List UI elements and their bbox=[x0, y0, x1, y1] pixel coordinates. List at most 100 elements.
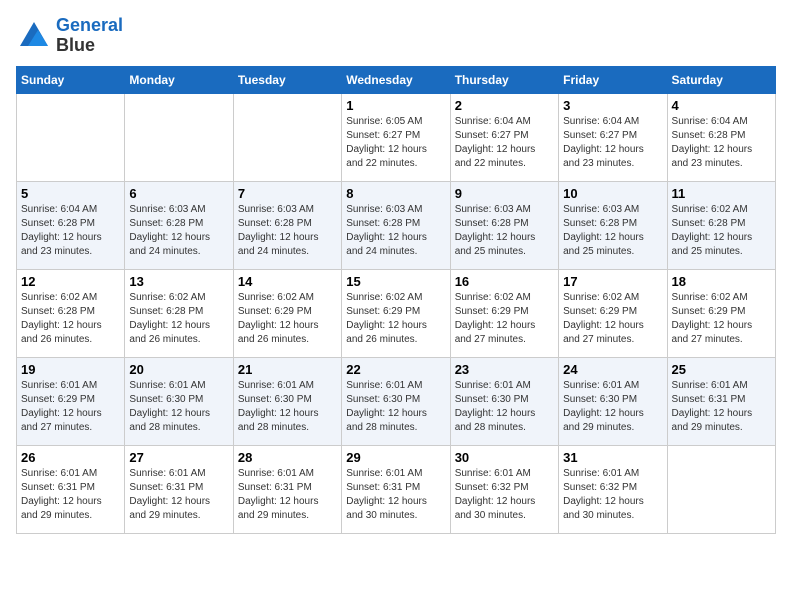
day-info: Sunrise: 6:02 AM Sunset: 6:29 PM Dayligh… bbox=[238, 291, 337, 347]
calendar-header-row: SundayMondayTuesdayWednesdayThursdayFrid… bbox=[17, 66, 776, 93]
calendar-weekday-header: Wednesday bbox=[342, 66, 450, 93]
day-info: Sunrise: 6:04 AM Sunset: 6:27 PM Dayligh… bbox=[455, 115, 554, 171]
day-info: Sunrise: 6:04 AM Sunset: 6:28 PM Dayligh… bbox=[672, 115, 771, 171]
calendar-day-cell bbox=[17, 93, 125, 181]
day-number: 17 bbox=[563, 274, 662, 289]
day-info: Sunrise: 6:01 AM Sunset: 6:32 PM Dayligh… bbox=[563, 467, 662, 523]
calendar-weekday-header: Friday bbox=[559, 66, 667, 93]
calendar-day-cell: 5Sunrise: 6:04 AM Sunset: 6:28 PM Daylig… bbox=[17, 181, 125, 269]
day-info: Sunrise: 6:03 AM Sunset: 6:28 PM Dayligh… bbox=[129, 203, 228, 259]
day-number: 19 bbox=[21, 362, 120, 377]
day-number: 16 bbox=[455, 274, 554, 289]
calendar-day-cell: 9 Sunrise: 6:03 AM Sunset: 6:28 PM Daylig… bbox=[450, 181, 558, 269]
day-info: Sunrise: 6:01 AM Sunset: 6:31 PM Dayligh… bbox=[238, 467, 337, 523]
day-number: 6 bbox=[129, 186, 228, 201]
day-info: Sunrise: 6:01 AM Sunset: 6:30 PM Dayligh… bbox=[238, 379, 337, 435]
day-number: 21 bbox=[238, 362, 337, 377]
calendar-day-cell: 3 Sunrise: 6:04 AM Sunset: 6:27 PM Daylig… bbox=[559, 93, 667, 181]
calendar-day-cell: 2 Sunrise: 6:04 AM Sunset: 6:27 PM Daylig… bbox=[450, 93, 558, 181]
day-info: Sunrise: 6:03 AM Sunset: 6:28 PM Dayligh… bbox=[455, 203, 554, 259]
calendar-weekday-header: Thursday bbox=[450, 66, 558, 93]
day-number: 9 bbox=[455, 186, 554, 201]
calendar-day-cell: 6 Sunrise: 6:03 AM Sunset: 6:28 PM Daylig… bbox=[125, 181, 233, 269]
logo-icon bbox=[16, 18, 52, 54]
page-header: General Blue bbox=[16, 16, 776, 56]
calendar-week-row: 19 Sunrise: 6:01 AM Sunset: 6:29 PM Dayli… bbox=[17, 357, 776, 445]
calendar-day-cell bbox=[233, 93, 341, 181]
day-number: 23 bbox=[455, 362, 554, 377]
calendar-day-cell: 21 Sunrise: 6:01 AM Sunset: 6:30 PM Dayli… bbox=[233, 357, 341, 445]
day-number: 30 bbox=[455, 450, 554, 465]
day-number: 4 bbox=[672, 98, 771, 113]
calendar-day-cell: 31 Sunrise: 6:01 AM Sunset: 6:32 PM Dayli… bbox=[559, 445, 667, 533]
day-number: 3 bbox=[563, 98, 662, 113]
calendar-day-cell: 17 Sunrise: 6:02 AM Sunset: 6:29 PM Dayli… bbox=[559, 269, 667, 357]
calendar-weekday-header: Tuesday bbox=[233, 66, 341, 93]
calendar-day-cell: 18 Sunrise: 6:02 AM Sunset: 6:29 PM Dayli… bbox=[667, 269, 775, 357]
day-info: Sunrise: 6:01 AM Sunset: 6:30 PM Dayligh… bbox=[455, 379, 554, 435]
day-number: 2 bbox=[455, 98, 554, 113]
day-info: Sunrise: 6:02 AM Sunset: 6:28 PM Dayligh… bbox=[21, 291, 120, 347]
calendar-day-cell: 10 Sunrise: 6:03 AM Sunset: 6:28 PM Dayli… bbox=[559, 181, 667, 269]
day-info: Sunrise: 6:01 AM Sunset: 6:31 PM Dayligh… bbox=[346, 467, 445, 523]
day-number: 10 bbox=[563, 186, 662, 201]
day-info: Sunrise: 6:01 AM Sunset: 6:30 PM Dayligh… bbox=[563, 379, 662, 435]
calendar-day-cell bbox=[125, 93, 233, 181]
calendar-day-cell: 30Sunrise: 6:01 AM Sunset: 6:32 PM Dayli… bbox=[450, 445, 558, 533]
day-number: 25 bbox=[672, 362, 771, 377]
calendar-table: SundayMondayTuesdayWednesdayThursdayFrid… bbox=[16, 66, 776, 534]
calendar-week-row: 1Sunrise: 6:05 AM Sunset: 6:27 PM Daylig… bbox=[17, 93, 776, 181]
day-number: 22 bbox=[346, 362, 445, 377]
calendar-week-row: 26 Sunrise: 6:01 AM Sunset: 6:31 PM Dayli… bbox=[17, 445, 776, 533]
calendar-weekday-header: Sunday bbox=[17, 66, 125, 93]
day-info: Sunrise: 6:01 AM Sunset: 6:31 PM Dayligh… bbox=[672, 379, 771, 435]
calendar-day-cell: 20Sunrise: 6:01 AM Sunset: 6:30 PM Dayli… bbox=[125, 357, 233, 445]
calendar-day-cell: 12 Sunrise: 6:02 AM Sunset: 6:28 PM Dayli… bbox=[17, 269, 125, 357]
day-info: Sunrise: 6:04 AM Sunset: 6:27 PM Dayligh… bbox=[563, 115, 662, 171]
day-info: Sunrise: 6:01 AM Sunset: 6:29 PM Dayligh… bbox=[21, 379, 120, 435]
day-number: 27 bbox=[129, 450, 228, 465]
day-info: Sunrise: 6:02 AM Sunset: 6:29 PM Dayligh… bbox=[672, 291, 771, 347]
day-info: Sunrise: 6:01 AM Sunset: 6:30 PM Dayligh… bbox=[346, 379, 445, 435]
day-number: 1 bbox=[346, 98, 445, 113]
calendar-day-cell: 1Sunrise: 6:05 AM Sunset: 6:27 PM Daylig… bbox=[342, 93, 450, 181]
day-number: 13 bbox=[129, 274, 228, 289]
calendar-day-cell: 16Sunrise: 6:02 AM Sunset: 6:29 PM Dayli… bbox=[450, 269, 558, 357]
day-info: Sunrise: 6:03 AM Sunset: 6:28 PM Dayligh… bbox=[346, 203, 445, 259]
calendar-day-cell: 22 Sunrise: 6:01 AM Sunset: 6:30 PM Dayli… bbox=[342, 357, 450, 445]
calendar-week-row: 5Sunrise: 6:04 AM Sunset: 6:28 PM Daylig… bbox=[17, 181, 776, 269]
calendar-day-cell: 7 Sunrise: 6:03 AM Sunset: 6:28 PM Daylig… bbox=[233, 181, 341, 269]
calendar-day-cell: 27 Sunrise: 6:01 AM Sunset: 6:31 PM Dayli… bbox=[125, 445, 233, 533]
calendar-day-cell: 29Sunrise: 6:01 AM Sunset: 6:31 PM Dayli… bbox=[342, 445, 450, 533]
day-number: 7 bbox=[238, 186, 337, 201]
day-info: Sunrise: 6:02 AM Sunset: 6:29 PM Dayligh… bbox=[346, 291, 445, 347]
day-number: 18 bbox=[672, 274, 771, 289]
day-number: 24 bbox=[563, 362, 662, 377]
calendar-week-row: 12 Sunrise: 6:02 AM Sunset: 6:28 PM Dayli… bbox=[17, 269, 776, 357]
calendar-day-cell: 25 Sunrise: 6:01 AM Sunset: 6:31 PM Dayli… bbox=[667, 357, 775, 445]
calendar-weekday-header: Monday bbox=[125, 66, 233, 93]
day-number: 28 bbox=[238, 450, 337, 465]
day-info: Sunrise: 6:01 AM Sunset: 6:31 PM Dayligh… bbox=[21, 467, 120, 523]
day-info: Sunrise: 6:02 AM Sunset: 6:29 PM Dayligh… bbox=[563, 291, 662, 347]
calendar-day-cell: 4 Sunrise: 6:04 AM Sunset: 6:28 PM Daylig… bbox=[667, 93, 775, 181]
day-info: Sunrise: 6:03 AM Sunset: 6:28 PM Dayligh… bbox=[238, 203, 337, 259]
day-info: Sunrise: 6:02 AM Sunset: 6:28 PM Dayligh… bbox=[672, 203, 771, 259]
day-info: Sunrise: 6:03 AM Sunset: 6:28 PM Dayligh… bbox=[563, 203, 662, 259]
day-number: 15 bbox=[346, 274, 445, 289]
day-number: 12 bbox=[21, 274, 120, 289]
calendar-day-cell: 11Sunrise: 6:02 AM Sunset: 6:28 PM Dayli… bbox=[667, 181, 775, 269]
day-number: 26 bbox=[21, 450, 120, 465]
day-number: 8 bbox=[346, 186, 445, 201]
day-number: 14 bbox=[238, 274, 337, 289]
day-info: Sunrise: 6:02 AM Sunset: 6:28 PM Dayligh… bbox=[129, 291, 228, 347]
calendar-day-cell: 14 Sunrise: 6:02 AM Sunset: 6:29 PM Dayli… bbox=[233, 269, 341, 357]
calendar-day-cell: 15 Sunrise: 6:02 AM Sunset: 6:29 PM Dayli… bbox=[342, 269, 450, 357]
day-info: Sunrise: 6:04 AM Sunset: 6:28 PM Dayligh… bbox=[21, 203, 120, 259]
calendar-day-cell bbox=[667, 445, 775, 533]
calendar-day-cell: 19 Sunrise: 6:01 AM Sunset: 6:29 PM Dayli… bbox=[17, 357, 125, 445]
calendar-day-cell: 24 Sunrise: 6:01 AM Sunset: 6:30 PM Dayli… bbox=[559, 357, 667, 445]
day-number: 31 bbox=[563, 450, 662, 465]
day-info: Sunrise: 6:01 AM Sunset: 6:31 PM Dayligh… bbox=[129, 467, 228, 523]
day-number: 20 bbox=[129, 362, 228, 377]
